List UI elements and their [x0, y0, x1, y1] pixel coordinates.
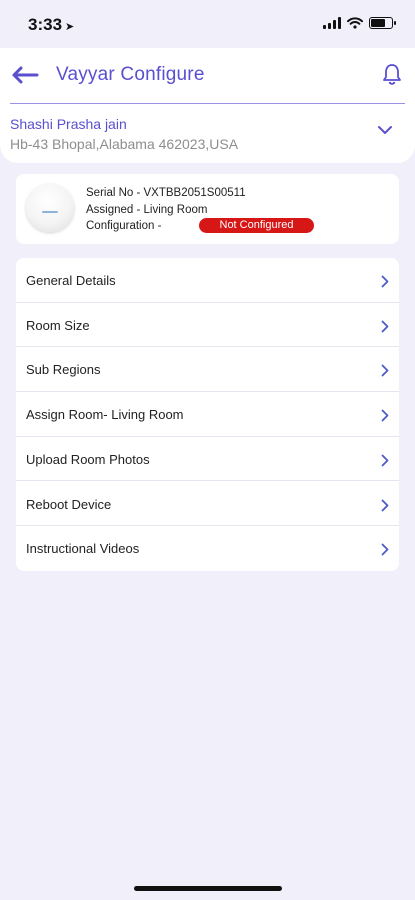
- menu-item-instructional-videos[interactable]: Instructional Videos: [16, 526, 399, 571]
- back-arrow-icon[interactable]: [10, 63, 40, 87]
- menu-item-label: General Details: [26, 273, 116, 288]
- menu-item-reboot-device[interactable]: Reboot Device: [16, 482, 399, 527]
- menu-list: General Details Room Size Sub Regions As…: [16, 258, 399, 571]
- battery-icon: [369, 17, 396, 29]
- signal-icon: [323, 17, 341, 29]
- chevron-right-icon: [381, 364, 389, 377]
- chevron-right-icon: [381, 543, 389, 556]
- chevron-right-icon: [381, 275, 389, 288]
- wifi-icon: [347, 17, 363, 29]
- user-address: Hb-43 Bhopal,Alabama 462023,USA: [10, 136, 239, 152]
- device-card: Serial No - VXTBB2051S00511 Assigned - L…: [16, 174, 399, 244]
- menu-item-general-details[interactable]: General Details: [16, 258, 399, 303]
- menu-item-assign-room[interactable]: Assign Room- Living Room: [16, 392, 399, 437]
- menu-item-label: Assign Room- Living Room: [26, 407, 184, 423]
- bell-icon[interactable]: [381, 62, 403, 86]
- status-icons: [323, 17, 396, 29]
- chevron-right-icon: [381, 499, 389, 511]
- chevron-right-icon: [381, 409, 389, 422]
- device-image: [26, 184, 74, 232]
- menu-item-label: Instructional Videos: [26, 541, 140, 557]
- chevron-right-icon: [381, 454, 389, 467]
- serial-number: Serial No - VXTBB2051S00511: [86, 187, 246, 199]
- menu-item-upload-room-photos[interactable]: Upload Room Photos: [16, 437, 399, 482]
- configuration-label: Configuration -: [86, 220, 162, 232]
- user-name: Shashi Prasha jain: [10, 116, 127, 132]
- chevron-down-icon[interactable]: [377, 124, 393, 136]
- menu-item-label: Reboot Device: [26, 496, 112, 512]
- menu-item-label: Upload Room Photos: [26, 451, 150, 467]
- header: Vayyar Configure Shashi Prasha jain Hb-4…: [0, 48, 415, 163]
- home-indicator[interactable]: [134, 886, 282, 891]
- status-time: 3:33 ➤: [28, 15, 74, 35]
- assigned-room: Assigned - Living Room: [86, 204, 208, 216]
- menu-item-label: Room Size: [26, 317, 90, 333]
- status-badge: Not Configured: [199, 218, 314, 233]
- chevron-right-icon: [381, 320, 389, 333]
- page-title: Vayyar Configure: [56, 64, 205, 85]
- menu-item-label: Sub Regions: [26, 362, 101, 378]
- status-bar: 3:33 ➤: [0, 0, 415, 48]
- status-time-text: 3:33: [28, 15, 63, 34]
- menu-item-room-size[interactable]: Room Size: [16, 303, 399, 348]
- menu-item-sub-regions[interactable]: Sub Regions: [16, 347, 399, 393]
- header-divider: [10, 103, 405, 104]
- location-icon: ➤: [65, 21, 75, 33]
